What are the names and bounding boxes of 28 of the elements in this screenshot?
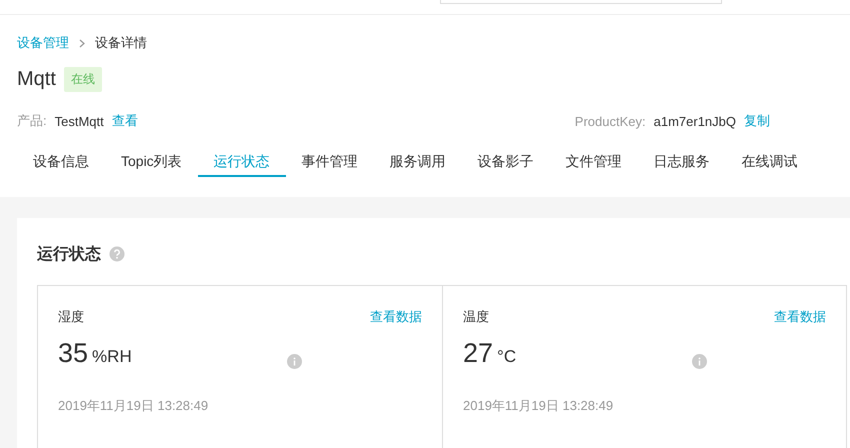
- metric-unit: °C: [497, 347, 516, 367]
- tab[interactable]: 文件管理: [550, 148, 638, 177]
- metric-value: 27: [463, 338, 494, 369]
- product-key-value: a1m7er1nJbQ: [654, 114, 736, 128]
- timestamp: 2019年11月19日 13:28:49: [463, 397, 614, 415]
- metric-name: 湿度: [58, 308, 84, 326]
- product-label: 产品:: [17, 112, 47, 130]
- metric-value: 35: [58, 338, 88, 369]
- breadcrumb-current: 设备详情: [95, 34, 147, 52]
- metric-name: 温度: [463, 308, 489, 326]
- tab[interactable]: 设备影子: [462, 148, 550, 177]
- status-badge: 在线: [64, 66, 102, 92]
- metric-unit: %RH: [92, 347, 132, 367]
- help-icon[interactable]: [109, 246, 125, 262]
- tab[interactable]: 在线调试: [726, 148, 814, 177]
- section-title: 运行状态: [37, 244, 101, 264]
- timestamp: 2019年11月19日 13:28:49: [58, 397, 210, 415]
- info-icon[interactable]: [692, 354, 707, 369]
- tab[interactable]: 设备信息: [17, 148, 105, 177]
- product-name: TestMqtt: [54, 114, 104, 128]
- tab[interactable]: 服务调用: [374, 148, 462, 177]
- tab[interactable]: Topic列表: [105, 148, 198, 177]
- product-key-label: ProductKey:: [574, 114, 646, 128]
- info-icon[interactable]: [287, 354, 302, 369]
- tab[interactable]: 日志服务: [638, 148, 726, 177]
- device-name: Mqtt: [17, 68, 56, 90]
- tab[interactable]: 事件管理: [286, 148, 374, 177]
- chevron-icon: [79, 38, 85, 48]
